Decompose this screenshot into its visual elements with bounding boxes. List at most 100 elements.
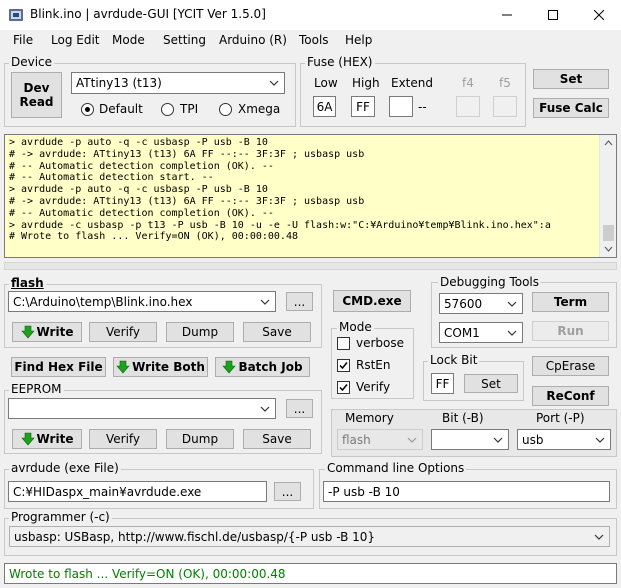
eeprom-verify-button[interactable]: Verify <box>89 429 157 449</box>
dev-read-button[interactable]: Dev Read <box>11 72 62 118</box>
eeprom-group-label: EEPROM <box>9 382 64 396</box>
batch-job-label: Batch Job <box>238 360 303 374</box>
fuse-set-button[interactable]: Set <box>533 69 609 89</box>
log-lines: > avrdude -p auto -q -c usbasp -P usb -B… <box>9 137 601 243</box>
status-bar: Wrote to flash ... Verify=ON (OK), 00:00… <box>4 563 617 584</box>
flash-write-button[interactable]: Write <box>12 322 82 342</box>
app-icon <box>9 9 23 21</box>
fuse-low-input[interactable]: 6A <box>313 96 336 117</box>
reconf-button[interactable]: ReConf <box>532 386 609 406</box>
menu-mode[interactable]: Mode <box>112 33 145 47</box>
device-select[interactable]: ATtiny13 (t13) <box>71 72 285 94</box>
cmd-exe-button[interactable]: CMD.exe <box>333 290 411 312</box>
menu-bar: File Log Edit Mode Setting Arduino (R) T… <box>0 30 621 52</box>
chevron-down-icon <box>407 437 417 443</box>
eeprom-browse-button[interactable]: ... <box>286 399 313 418</box>
bit-select[interactable] <box>431 429 509 450</box>
fuse-high-label: High <box>352 76 380 90</box>
port-label: Port (-P) <box>536 411 585 425</box>
bit-label: Bit (-B) <box>442 411 484 425</box>
find-hex-file-button[interactable]: Find Hex File <box>11 357 106 377</box>
chevron-down-icon <box>507 330 517 336</box>
splitter-bar[interactable] <box>4 262 617 270</box>
eeprom-file-select[interactable] <box>8 398 276 419</box>
menu-file[interactable]: File <box>13 33 33 47</box>
mode-tpi-radio[interactable] <box>161 103 174 116</box>
dev-read-line2: Read <box>19 95 54 109</box>
fuse-group-label: Fuse (HEX) <box>305 55 375 69</box>
menu-help[interactable]: Help <box>345 33 372 47</box>
scroll-up-icon[interactable] <box>604 140 613 146</box>
flash-verify-button[interactable]: Verify <box>89 322 157 342</box>
programmer-select[interactable]: usbasp: USBasp, http://www.fischl.de/usb… <box>9 526 610 547</box>
debugging-tools-label: Debugging Tools <box>438 275 542 289</box>
log-line: # -> avrdude: ATtiny13 (t13) 6A FF --:--… <box>9 148 365 160</box>
fuse-extend-input[interactable] <box>389 96 413 117</box>
menu-tools[interactable]: Tools <box>299 33 329 47</box>
write-both-label: Write Both <box>132 360 205 374</box>
batch-job-button[interactable]: Batch Job <box>215 357 310 377</box>
fuse-group <box>300 63 526 127</box>
close-icon <box>594 10 604 20</box>
chevron-down-icon <box>260 299 270 305</box>
eeprom-write-button[interactable]: Write <box>12 429 82 449</box>
eeprom-write-label: Write <box>36 432 74 446</box>
log-line: > avrdude -p auto -q -c usbasp -P usb -B… <box>9 137 268 148</box>
chevron-down-icon <box>594 534 604 540</box>
menu-log-edit[interactable]: Log Edit <box>51 33 100 47</box>
lock-bit-set-button[interactable]: Set <box>464 374 518 393</box>
eeprom-save-button[interactable]: Save <box>243 429 311 449</box>
chevron-down-icon <box>595 437 605 443</box>
menu-setting[interactable]: Setting <box>163 33 206 47</box>
flash-browse-button[interactable]: ... <box>286 292 313 311</box>
eeprom-dump-button[interactable]: Dump <box>166 429 234 449</box>
memory-select: flash <box>337 429 423 450</box>
menu-arduino[interactable]: Arduino (R) <box>219 33 287 47</box>
baud-rate-select[interactable]: 57600 <box>439 293 523 314</box>
mode-xmega-radio[interactable] <box>219 103 232 116</box>
cperase-button[interactable]: CpErase <box>532 356 609 376</box>
fuse-calc-button[interactable]: Fuse Calc <box>533 98 609 118</box>
verbose-label: verbose <box>356 336 405 350</box>
write-both-button[interactable]: Write Both <box>113 357 208 377</box>
chevron-down-icon <box>260 406 270 412</box>
com-port-value: COM1 <box>444 325 480 340</box>
chevron-down-icon <box>493 437 503 443</box>
com-port-select[interactable]: COM1 <box>439 322 523 343</box>
minimize-button[interactable] <box>484 0 530 30</box>
mode-default-radio[interactable] <box>81 103 94 116</box>
cmdline-input[interactable]: -P usb -B 10 <box>323 481 610 502</box>
lock-bit-input[interactable]: FF <box>431 373 454 394</box>
chevron-down-icon <box>269 80 279 86</box>
mode-default-label: Default <box>99 102 143 116</box>
port-select[interactable]: usb <box>517 429 611 450</box>
avrdude-path-input[interactable]: C:¥HIDaspx_main¥avrdude.exe <box>8 481 267 502</box>
minimize-icon <box>502 14 512 16</box>
verify-checkbox[interactable] <box>337 381 350 394</box>
fuse-extend-label: Extend <box>391 76 433 90</box>
log-line: > avrdude -c usbasp -p t13 -P usb -B 10 … <box>9 219 551 231</box>
fuse-f4-label: f4 <box>462 76 474 90</box>
close-button[interactable] <box>576 0 621 30</box>
download-arrow-icon <box>20 432 35 446</box>
fuse-high-input[interactable]: FF <box>351 96 375 117</box>
window-title: Blink.ino | avrdude-GUI [YCIT Ver 1.5.0] <box>30 7 266 21</box>
maximize-button[interactable] <box>530 0 576 30</box>
term-button[interactable]: Term <box>532 292 609 312</box>
log-scrollbar[interactable] <box>599 135 616 257</box>
log-line: # -- Automatic detection completion (OK)… <box>9 160 274 172</box>
log-scroll-thumb[interactable] <box>603 225 614 241</box>
avrdude-browse-button[interactable]: ... <box>274 482 301 501</box>
rsten-checkbox[interactable] <box>337 359 350 372</box>
flash-file-select[interactable]: C:\Arduino\temp\Blink.ino.hex <box>8 291 276 312</box>
log-output[interactable]: > avrdude -p auto -q -c usbasp -P usb -B… <box>4 134 617 258</box>
verbose-checkbox[interactable] <box>337 337 350 350</box>
run-button[interactable]: Run <box>532 321 609 341</box>
log-line: > avrdude -p auto -q -c usbasp -P usb -B… <box>9 184 268 196</box>
scroll-down-icon[interactable] <box>604 246 613 252</box>
flash-dump-button[interactable]: Dump <box>166 322 234 342</box>
checkmark-icon <box>339 362 348 370</box>
chevron-down-icon <box>507 301 517 307</box>
flash-save-button[interactable]: Save <box>243 322 311 342</box>
baud-rate-value: 57600 <box>444 296 483 311</box>
